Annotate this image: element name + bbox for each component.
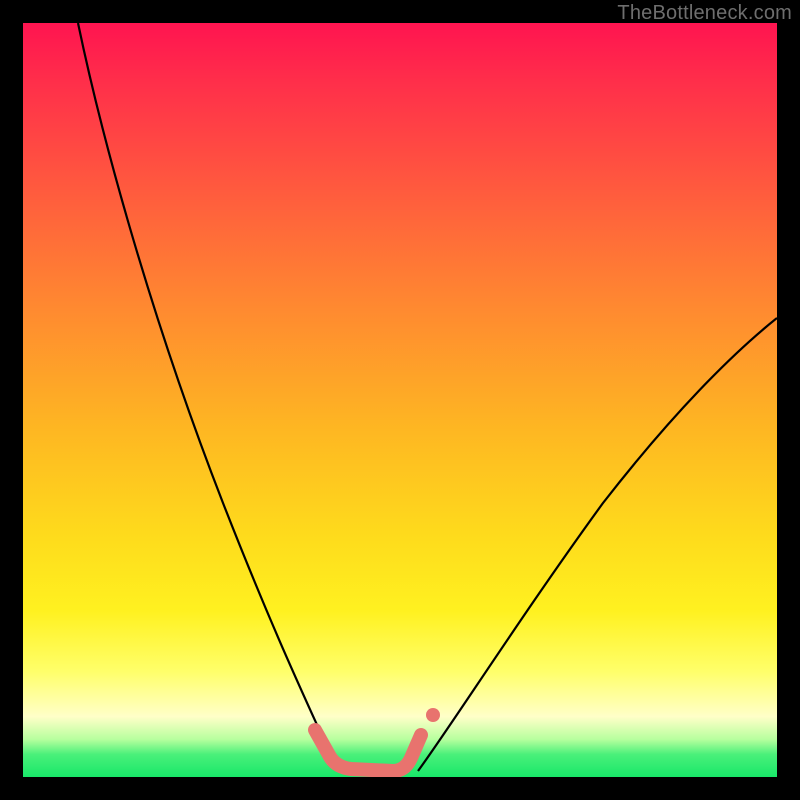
plot-area: [23, 23, 777, 777]
ppd-dot: [426, 708, 440, 722]
right-curve: [418, 318, 777, 771]
left-curve: [78, 23, 343, 771]
ppd-squiggle: [315, 730, 421, 771]
chart-svg: [23, 23, 777, 777]
watermark-text: TheBottleneck.com: [617, 2, 792, 25]
chart-frame: TheBottleneck.com: [0, 0, 800, 800]
